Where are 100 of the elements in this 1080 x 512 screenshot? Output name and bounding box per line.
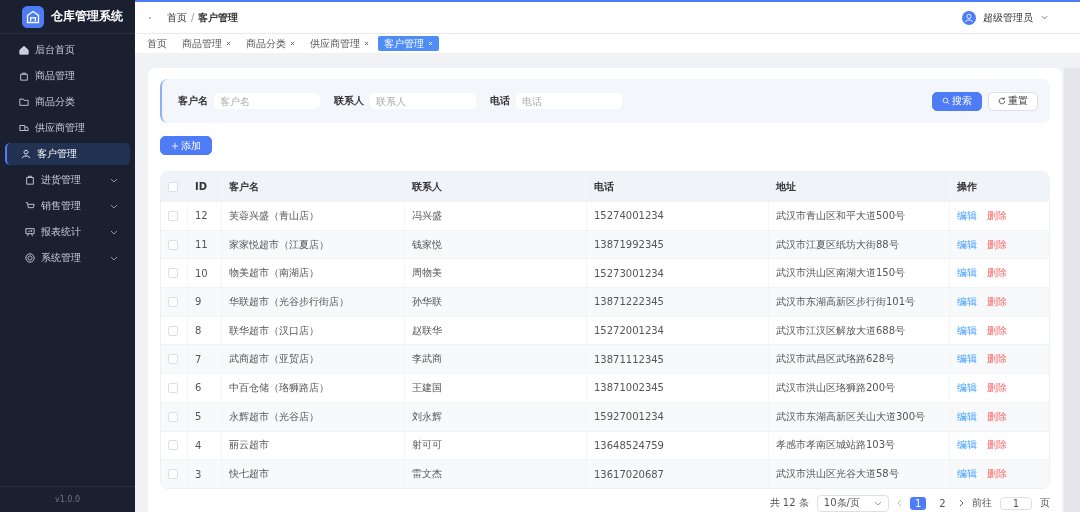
row-checkbox[interactable] <box>168 354 178 365</box>
settings-icon <box>25 253 35 263</box>
table-cell: 武商超市（亚贸店） <box>229 352 319 367</box>
edit-link[interactable]: 编辑 <box>957 237 977 252</box>
edit-link[interactable]: 编辑 <box>957 438 977 453</box>
edit-link[interactable]: 编辑 <box>957 467 977 482</box>
page-tab[interactable]: 客户管理 <box>378 36 439 51</box>
avatar-icon[interactable] <box>962 10 976 25</box>
edit-link[interactable]: 编辑 <box>957 266 977 281</box>
edit-link[interactable]: 编辑 <box>957 294 977 309</box>
column-header: 操作 <box>957 179 977 194</box>
delete-link[interactable]: 删除 <box>987 352 1007 367</box>
search-icon <box>942 97 950 105</box>
warehouse-logo-icon <box>22 5 44 28</box>
sidebar-item[interactable]: 商品分类 <box>5 91 130 113</box>
close-icon[interactable] <box>226 41 231 46</box>
row-checkbox[interactable] <box>168 239 178 250</box>
delete-link[interactable]: 删除 <box>987 409 1007 424</box>
sidebar-item[interactable]: 进货管理 <box>5 169 130 191</box>
sidebar-item[interactable]: 系统管理 <box>5 247 130 269</box>
row-checkbox[interactable] <box>168 210 178 221</box>
user-name[interactable]: 超级管理员 <box>983 10 1033 25</box>
page-size-select[interactable]: 10条/页 <box>816 494 889 512</box>
page-number[interactable]: 2 <box>934 496 951 510</box>
table-cell: 13617020687 <box>594 468 664 480</box>
column-header: 客户名 <box>229 179 259 194</box>
caret-icon[interactable] <box>1041 15 1048 20</box>
next-page-icon[interactable] <box>958 499 964 508</box>
page-tab[interactable]: 首页 <box>141 36 173 51</box>
delete-link[interactable]: 删除 <box>987 208 1007 223</box>
sidebar-item[interactable]: 客户管理 <box>5 143 130 165</box>
close-icon[interactable] <box>364 41 369 46</box>
field-label: 联系人 <box>334 94 364 108</box>
breadcrumb-item[interactable]: 首页 <box>167 10 187 25</box>
table-cell: 钱家悦 <box>412 237 442 252</box>
table-cell: 孙华联 <box>412 294 442 309</box>
delete-link[interactable]: 删除 <box>987 380 1007 395</box>
table-cell: 家家悦超市（江夏店） <box>229 237 329 252</box>
sidebar-item[interactable]: 销售管理 <box>5 195 130 217</box>
row-checkbox[interactable] <box>168 325 178 336</box>
page-tab[interactable]: 供应商管理 <box>304 36 375 51</box>
goto-page-field[interactable]: 1 <box>999 496 1032 510</box>
table-cell: 丽云超市 <box>229 438 269 453</box>
table-cell: 13871222345 <box>594 296 664 308</box>
sidebar-item[interactable]: 报表统计 <box>5 221 130 243</box>
table-cell: 孝感市孝南区城站路103号 <box>776 438 896 453</box>
table-cell: 9 <box>195 296 202 308</box>
goto-label: 前往 <box>971 496 992 511</box>
row-checkbox[interactable] <box>168 411 178 422</box>
table-cell: 周物美 <box>412 266 442 281</box>
table-cell: 5 <box>195 411 202 423</box>
table-cell: 芙蓉兴盛（青山店） <box>229 208 319 223</box>
reset-button[interactable]: 重置 <box>988 91 1038 111</box>
edit-link[interactable]: 编辑 <box>957 380 977 395</box>
chevron-down-icon <box>110 255 118 261</box>
row-checkbox[interactable] <box>168 440 178 451</box>
table-cell: 8 <box>195 325 202 337</box>
table-cell: 武汉市东湖高新区步行街101号 <box>776 294 916 309</box>
column-header: ID <box>195 181 208 192</box>
edit-link[interactable]: 编辑 <box>957 409 977 424</box>
page-tab[interactable]: 商品管理 <box>176 36 237 51</box>
delete-link[interactable]: 删除 <box>987 266 1007 281</box>
search-button[interactable]: 搜索 <box>932 91 982 111</box>
sidebar-item[interactable]: 后台首页 <box>5 39 130 61</box>
close-icon[interactable] <box>290 41 295 46</box>
input-field[interactable]: 联系人 <box>370 93 476 109</box>
table-cell: 联华超市（汉口店） <box>229 323 319 338</box>
edit-link[interactable]: 编辑 <box>957 352 977 367</box>
page-number[interactable]: 1 <box>909 496 927 510</box>
select-all-checkbox[interactable] <box>168 181 178 192</box>
delete-link[interactable]: 删除 <box>987 438 1007 453</box>
delete-link[interactable]: 删除 <box>987 467 1007 482</box>
table-cell: 李武商 <box>412 352 442 367</box>
table-cell: 刘永辉 <box>412 409 442 424</box>
table-cell: 武汉市洪山区南湖大道150号 <box>776 266 906 281</box>
delete-link[interactable]: 删除 <box>987 323 1007 338</box>
table-cell: 武汉市青山区和平大道500号 <box>776 208 906 223</box>
truck-icon <box>19 123 29 133</box>
delete-link[interactable]: 删除 <box>987 294 1007 309</box>
previous-page-icon[interactable] <box>896 499 902 508</box>
clipboard-icon <box>25 175 35 185</box>
add-button[interactable]: 添加 <box>160 136 212 155</box>
edit-link[interactable]: 编辑 <box>957 208 977 223</box>
sidebar-item[interactable]: 商品管理 <box>5 65 130 87</box>
input-field[interactable]: 客户名 <box>214 93 320 109</box>
chevron-down-icon <box>873 500 882 506</box>
table-cell: 3 <box>195 468 202 480</box>
row-checkbox[interactable] <box>168 382 178 393</box>
row-checkbox[interactable] <box>168 469 178 480</box>
input-field[interactable]: 电话 <box>516 93 622 109</box>
field-label: 客户名 <box>178 94 208 108</box>
refresh-icon <box>998 97 1006 105</box>
sidebar-item[interactable]: 供应商管理 <box>5 117 130 139</box>
delete-link[interactable]: 删除 <box>987 237 1007 252</box>
table-cell: 12 <box>195 210 208 222</box>
edit-link[interactable]: 编辑 <box>957 323 977 338</box>
row-checkbox[interactable] <box>168 268 178 279</box>
table-cell: 物美超市（南湖店） <box>229 266 319 281</box>
page-tab[interactable]: 商品分类 <box>240 36 301 51</box>
row-checkbox[interactable] <box>168 296 178 307</box>
